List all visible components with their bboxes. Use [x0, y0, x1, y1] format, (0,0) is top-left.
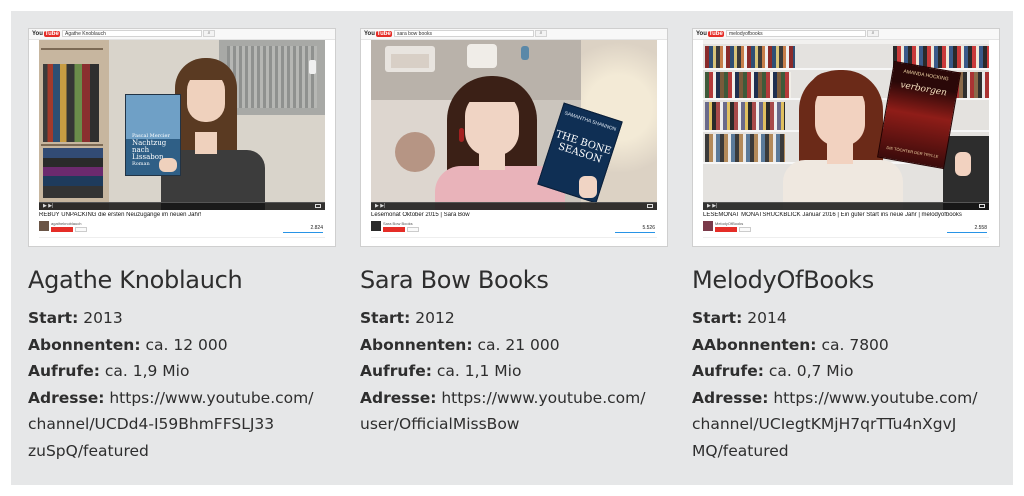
channel-name-small[interactable]: agatheknoblauch: [51, 221, 81, 226]
like-bar: [947, 232, 987, 233]
start-label: Start:: [360, 309, 411, 327]
youtube-header: You Tube sara bow books ⌕: [361, 29, 667, 40]
channel-avatar[interactable]: [371, 221, 381, 231]
subscribe-button[interactable]: [51, 227, 73, 232]
search-button[interactable]: ⌕: [535, 30, 547, 37]
video-meta: Lesemonat Oktober 2015 | Sara Bow Sara B…: [371, 212, 657, 238]
player-controls[interactable]: ▶ ▶|: [703, 202, 989, 210]
video-player[interactable]: Pascal Mercier Nachtzug nach Lissabon Ro…: [39, 40, 325, 210]
subscriber-count: [75, 227, 87, 232]
channel-avatar[interactable]: [39, 221, 49, 231]
fullscreen-icon[interactable]: [979, 204, 985, 208]
search-button[interactable]: ⌕: [867, 30, 879, 37]
action-bar[interactable]: [39, 237, 325, 244]
channel-name: Sara Bow Books: [360, 266, 549, 294]
start-value: 2014: [747, 309, 787, 327]
subscribe-button[interactable]: [383, 227, 405, 232]
video-meta: LESEMONAT MONATSRÜCKBLICK Januar 2016 | …: [703, 212, 989, 238]
search-input[interactable]: sara bow books: [394, 30, 534, 37]
address-line-3[interactable]: zuSpQ/featured: [28, 438, 338, 465]
video-player[interactable]: AMANDA HOCKING verborgen DIE TÖCHTER DER…: [703, 40, 989, 210]
action-bar[interactable]: [371, 237, 657, 244]
channel-card-sara: You Tube sara bow books ⌕ SAMANTHA SHANN…: [360, 28, 670, 438]
subscribers-value: ca. 12 000: [145, 335, 228, 354]
youtube-screenshot: You Tube sara bow books ⌕ SAMANTHA SHANN…: [360, 28, 668, 247]
subscribers-label: Abonnenten:: [28, 335, 141, 354]
subscribe-button[interactable]: [715, 227, 737, 232]
video-player[interactable]: SAMANTHA SHANNON THE BONE SEASON ▶ ▶|: [371, 40, 657, 210]
channel-name: Agathe Knoblauch: [28, 266, 243, 294]
address-label: Adresse:: [28, 388, 105, 407]
start-label: Start:: [692, 309, 743, 327]
channel-name: MelodyOfBooks: [692, 266, 874, 294]
views-value: ca. 1,1 Mio: [436, 362, 522, 380]
subscribers-value: ca. 21 000: [477, 335, 560, 354]
address-line-1[interactable]: https://www.youtube.com/: [109, 389, 313, 407]
subscribers-value: ca. 7800: [821, 335, 889, 354]
view-count: 5.526: [642, 225, 655, 231]
address-line-1[interactable]: https://www.youtube.com/: [441, 389, 645, 407]
search-input[interactable]: Agathe Knoblauch: [62, 30, 202, 37]
player-controls[interactable]: ▶ ▶|: [371, 202, 657, 210]
video-meta: REBUY UNPACKING die ersten Neuzugänge im…: [39, 212, 325, 238]
play-icon[interactable]: ▶ ▶|: [375, 204, 385, 209]
search-input[interactable]: melodyofbooks: [726, 30, 866, 37]
youtube-logo[interactable]: You Tube: [696, 30, 724, 38]
book-title: THE BONE SEASON: [554, 128, 613, 166]
youtube-logo[interactable]: You Tube: [32, 30, 60, 38]
channel-card-melody: You Tube melodyofbooks ⌕ AMANDA HOCKING …: [692, 28, 1002, 464]
address-line-3[interactable]: MQ/featured: [692, 438, 1002, 465]
youtube-screenshot: You Tube melodyofbooks ⌕ AMANDA HOCKING …: [692, 28, 1000, 247]
channel-avatar[interactable]: [703, 221, 713, 231]
channel-info: Start: 2013 Abonnenten: ca. 12 000 Aufru…: [28, 305, 338, 464]
start-value: 2013: [83, 309, 123, 327]
channel-info: Start: 2012 Abonnenten: ca. 21 000 Aufru…: [360, 305, 670, 438]
subscribers-label: Abonnenten:: [360, 335, 473, 354]
views-label: Aufrufe:: [28, 362, 100, 380]
subscriber-count: [739, 227, 751, 232]
play-icon[interactable]: ▶ ▶|: [707, 204, 717, 209]
video-title: Lesemonat Oktober 2015 | Sara Bow: [371, 212, 470, 218]
like-bar: [615, 232, 655, 233]
channel-name-small[interactable]: Sara Bow Books: [383, 221, 413, 226]
channel-name-small[interactable]: MelodyOfBooks: [715, 221, 743, 226]
address-label: Adresse:: [692, 388, 769, 407]
action-bar[interactable]: [703, 237, 989, 244]
address-label: Adresse:: [360, 388, 437, 407]
video-title: LESEMONAT MONATSRÜCKBLICK Januar 2016 | …: [703, 212, 962, 218]
channel-overview-panel: You Tube Agathe Knoblauch ⌕ Pascal Merci…: [11, 11, 1013, 485]
youtube-header: You Tube melodyofbooks ⌕: [693, 29, 999, 40]
start-value: 2012: [415, 309, 455, 327]
fullscreen-icon[interactable]: [315, 204, 321, 208]
view-count: 2.558: [974, 225, 987, 231]
subscriber-count: [407, 227, 419, 232]
channel-card-agathe: You Tube Agathe Knoblauch ⌕ Pascal Merci…: [28, 28, 338, 464]
search-button[interactable]: ⌕: [203, 30, 215, 37]
views-label: Aufrufe:: [692, 362, 764, 380]
like-bar: [283, 232, 323, 233]
video-title: REBUY UNPACKING die ersten Neuzugänge im…: [39, 212, 202, 218]
views-value: ca. 0,7 Mio: [768, 362, 854, 380]
address-line-2[interactable]: channel/UCIegtKMjH7qrTTu4nXgvJ: [692, 411, 1002, 438]
subscribers-label: AAbonnenten:: [692, 335, 817, 354]
channel-info: Start: 2014 AAbonnenten: ca. 7800 Aufruf…: [692, 305, 1002, 464]
views-value: ca. 1,9 Mio: [104, 362, 190, 380]
views-label: Aufrufe:: [360, 362, 432, 380]
address-line-1[interactable]: https://www.youtube.com/: [773, 389, 977, 407]
address-line-2[interactable]: channel/UCDd4-I59BhmFFSLJ33: [28, 411, 338, 438]
start-label: Start:: [28, 309, 79, 327]
play-icon[interactable]: ▶ ▶|: [43, 204, 53, 209]
address-line-2[interactable]: user/OfficialMissBow: [360, 411, 670, 438]
view-count: 2.824: [310, 225, 323, 231]
fullscreen-icon[interactable]: [647, 204, 653, 208]
book-subtitle: DIE TÖCHTER DER TRYLLE: [886, 144, 939, 159]
youtube-logo[interactable]: You Tube: [364, 30, 392, 38]
player-controls[interactable]: ▶ ▶|: [39, 202, 325, 210]
youtube-header: You Tube Agathe Knoblauch ⌕: [29, 29, 335, 40]
youtube-screenshot: You Tube Agathe Knoblauch ⌕ Pascal Merci…: [28, 28, 336, 247]
